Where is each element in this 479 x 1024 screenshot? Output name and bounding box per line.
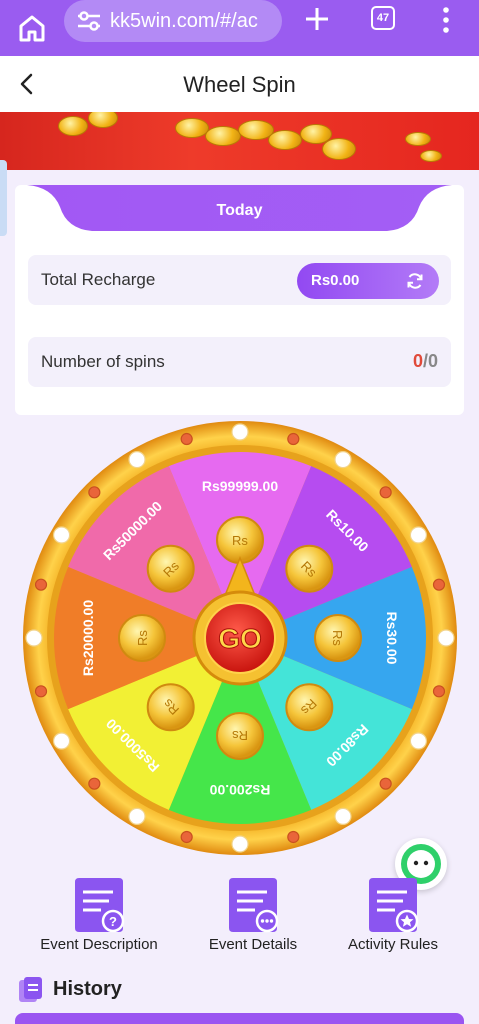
rim-light — [88, 777, 101, 790]
wheel-graphic: RsRs99999.00RsRs10.00Rs Rs30.00RsRs80.00R… — [23, 421, 457, 855]
prize-wheel[interactable]: Rs Rs99999.00 Rs Rs10.00 Rs Rs30.00 Rs Rs80.00 R… — [22, 420, 458, 856]
coin-label: Rs — [135, 630, 150, 646]
rim-light — [34, 578, 48, 591]
rim-light — [432, 578, 446, 591]
page-header: Wheel Spin — [0, 56, 479, 112]
spins-used: 0 — [412, 351, 423, 371]
rim-light — [88, 486, 101, 499]
activity-rules-label: Activity Rules — [347, 936, 439, 953]
rim-light — [334, 450, 352, 469]
spins-label: Number of spins — [41, 352, 165, 371]
event-details-label: Event Details — [208, 936, 298, 953]
more-menu-icon[interactable] — [438, 6, 454, 34]
spins-total: 0 — [427, 351, 438, 371]
coin-decoration — [58, 116, 88, 136]
spins-count: 0/0 — [413, 351, 438, 372]
side-handle[interactable] — [0, 160, 7, 236]
rim-light — [287, 830, 300, 844]
history-table-header — [15, 1013, 464, 1024]
rim-light — [180, 830, 193, 844]
recharge-amount-pill[interactable]: Rs0.00 — [297, 263, 439, 299]
promo-banner — [0, 112, 479, 170]
rim-light — [432, 685, 446, 698]
rim-light — [287, 432, 300, 446]
wheel-segment-label: Rs99999.00 — [202, 478, 279, 494]
home-icon[interactable] — [16, 12, 48, 44]
coin-label: Rs — [330, 630, 345, 646]
activity-rules-button[interactable]: Activity Rules — [323, 874, 463, 960]
document-question-icon: ? — [75, 878, 125, 933]
tab-today[interactable]: Today — [27, 185, 452, 231]
url-text[interactable]: kk5win.com/#/ac — [110, 10, 258, 33]
coin-decoration — [175, 118, 209, 138]
event-description-label: Event Description — [40, 936, 158, 953]
rim-light — [409, 732, 428, 750]
rim-light — [52, 526, 71, 544]
recharge-amount: Rs0.00 — [311, 272, 360, 289]
history-document-icon — [19, 977, 42, 1002]
rim-light — [231, 423, 249, 441]
document-more-icon — [229, 878, 279, 933]
rim-light — [437, 629, 455, 647]
event-description-button[interactable]: ? Event Description — [29, 874, 169, 960]
rim-light — [231, 835, 249, 853]
go-button-label[interactable]: GO — [218, 623, 263, 655]
event-details-button[interactable]: Event Details — [183, 874, 323, 960]
summary-card: Today Total Recharge Rs0.00 Number of sp… — [15, 185, 464, 415]
page-title: Wheel Spin — [183, 72, 296, 97]
rim-light — [52, 732, 71, 750]
coin-decoration — [405, 132, 431, 146]
history-title: History — [53, 978, 122, 1000]
rim-light — [128, 450, 146, 469]
coin-decoration — [268, 130, 302, 150]
address-bar[interactable]: kk5win.com/#/ac — [64, 0, 282, 42]
wheel-segment-label: Rs30.00 — [384, 612, 400, 665]
rim-light — [34, 685, 48, 698]
svg-text:?: ? — [109, 914, 117, 929]
coin-label: Rs — [232, 533, 248, 548]
coin-decoration — [205, 126, 241, 146]
rim-light — [379, 486, 392, 499]
rim-light — [128, 807, 146, 826]
tab-switcher-button[interactable]: 47 — [371, 6, 395, 30]
wheel-segment-label: Rs200.00 — [209, 782, 270, 798]
rim-light — [180, 432, 193, 446]
site-settings-icon[interactable] — [76, 11, 102, 31]
wheel-segment-label: Rs20000.00 — [80, 600, 96, 677]
rim-light — [25, 629, 43, 647]
spins-row: Number of spins 0/0 — [28, 337, 451, 387]
rim-light — [409, 526, 428, 544]
refresh-icon[interactable] — [405, 271, 425, 291]
coin-decoration — [322, 138, 356, 160]
total-recharge-row: Total Recharge Rs0.00 — [28, 255, 451, 305]
coin-decoration — [88, 112, 118, 128]
coin-label: Rs — [232, 728, 248, 743]
rim-light — [334, 807, 352, 826]
new-tab-icon[interactable] — [304, 6, 330, 32]
coin-decoration — [420, 150, 442, 162]
total-recharge-label: Total Recharge — [41, 270, 156, 289]
rim-light — [379, 777, 392, 790]
browser-toolbar: kk5win.com/#/ac 47 — [0, 0, 479, 56]
document-star-icon — [369, 878, 419, 933]
tab-label: Today — [216, 202, 263, 219]
